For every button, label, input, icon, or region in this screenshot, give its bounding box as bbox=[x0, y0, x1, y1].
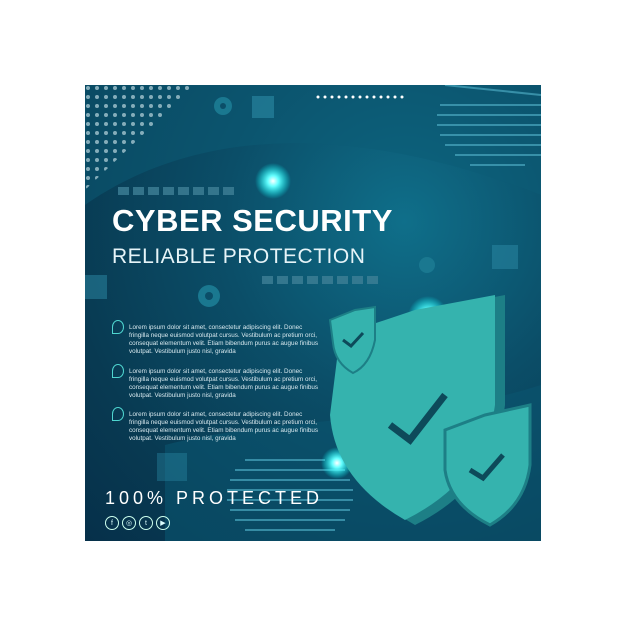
instagram-icon[interactable]: ◎ bbox=[122, 516, 136, 530]
decorative-background bbox=[85, 85, 541, 541]
decorative-squares bbox=[262, 276, 378, 284]
wifi-pin-icon bbox=[112, 320, 124, 334]
twitter-icon[interactable]: t bbox=[139, 516, 153, 530]
info-paragraph: Lorem ipsum dolor sit amet, consectetur … bbox=[129, 368, 319, 399]
social-links: f ◎ t ▶ bbox=[105, 516, 170, 530]
poster-title: CYBER SECURITY bbox=[112, 203, 393, 238]
cyber-security-poster: CYBER SECURITY RELIABLE PROTECTION Lorem… bbox=[85, 85, 541, 541]
info-paragraph: Lorem ipsum dolor sit amet, consectetur … bbox=[129, 411, 319, 442]
youtube-icon[interactable]: ▶ bbox=[156, 516, 170, 530]
wifi-pin-icon bbox=[112, 364, 124, 378]
wifi-pin-icon bbox=[112, 407, 124, 421]
decorative-squares bbox=[118, 187, 234, 195]
poster-subtitle: RELIABLE PROTECTION bbox=[112, 245, 366, 268]
facebook-icon[interactable]: f bbox=[105, 516, 119, 530]
tagline: 100% PROTECTED bbox=[105, 488, 324, 508]
info-paragraph: Lorem ipsum dolor sit amet, consectetur … bbox=[129, 324, 319, 355]
